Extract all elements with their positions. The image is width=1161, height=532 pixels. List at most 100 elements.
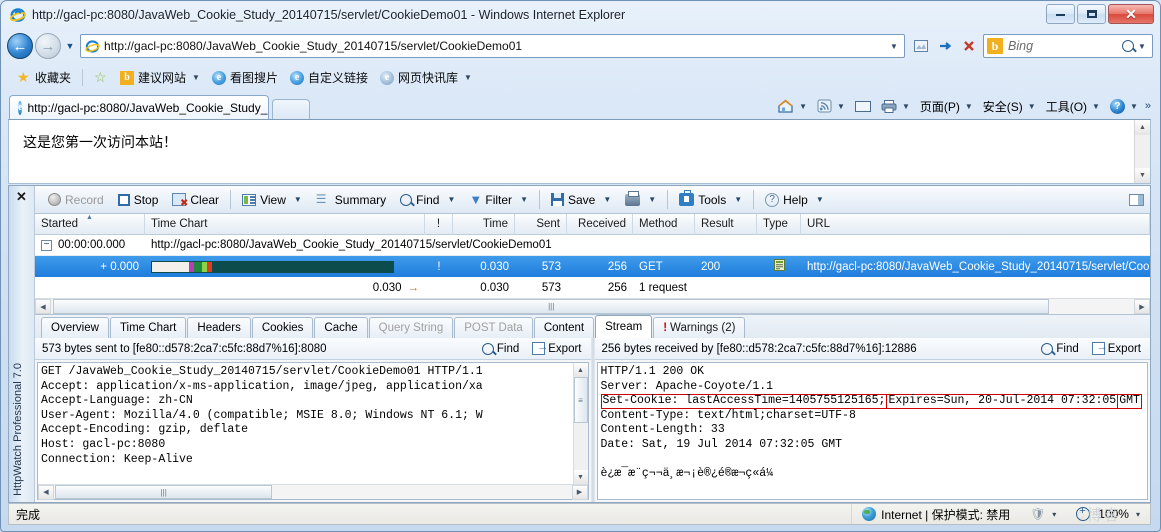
chevron-down-icon[interactable]: ▾ (1052, 510, 1056, 519)
save-button[interactable]: Save ▼ (544, 190, 618, 210)
column-header-type[interactable]: Type (757, 213, 801, 235)
collapse-group-icon[interactable]: − (41, 239, 52, 251)
scroll-track[interactable]: ||| (51, 299, 1134, 314)
address-dropdown-icon[interactable]: ▼ (886, 42, 902, 51)
search-icon[interactable] (1122, 40, 1134, 52)
compatibility-view-button[interactable] (909, 34, 933, 58)
chevron-down-icon[interactable]: ▼ (294, 195, 302, 204)
tab-warnings[interactable]: ! Warnings (2) (653, 317, 746, 338)
request-vertical-scrollbar[interactable]: ▲ ≡ ▼ (572, 363, 588, 484)
clear-button[interactable]: Clear (165, 190, 226, 210)
table-row[interactable]: + 0.000 ! 0.030 573 256 GET 200 http://g… (35, 256, 1150, 277)
chevron-down-icon[interactable]: ▼ (837, 102, 845, 111)
tab-cookies[interactable]: Cookies (251, 317, 314, 338)
chevron-down-icon[interactable]: ▼ (464, 73, 472, 82)
browser-tab-active[interactable]: e http://gacl-pc:8080/JavaWeb_Cookie_Stu… (9, 95, 269, 119)
request-stream-text[interactable]: GET /JavaWeb_Cookie_Study_20140715/servl… (38, 363, 573, 484)
help-menu-button[interactable]: ? ▼ (1105, 97, 1143, 116)
chevron-down-icon[interactable]: ▼ (816, 195, 824, 204)
fav-item-custom-links[interactable]: e 自定义链接 (284, 67, 374, 88)
column-header-time[interactable]: Time (453, 213, 515, 235)
scroll-up-button[interactable]: ▲ (573, 363, 588, 377)
httpwatch-close-icon[interactable]: ✕ (16, 189, 27, 205)
address-input[interactable]: http://gacl-pc:8080/JavaWeb_Cookie_Study… (80, 34, 905, 58)
fav-item-suggested-sites[interactable]: b 建议网站 ▼ (114, 67, 206, 88)
scroll-right-button[interactable]: ▶ (1134, 299, 1150, 314)
minimize-button[interactable] (1046, 4, 1075, 24)
tools-button[interactable]: Tools ▼ (672, 190, 749, 210)
record-button[interactable]: Record (41, 190, 111, 210)
fav-item-web-slice-gallery[interactable]: e 网页快讯库 ▼ (374, 67, 478, 88)
safety-menu-button[interactable]: 安全(S) ▼ (978, 96, 1041, 117)
stop-button[interactable] (957, 34, 981, 58)
chevron-down-icon[interactable]: ▼ (1092, 102, 1100, 111)
chevron-down-icon[interactable]: ▼ (799, 102, 807, 111)
home-button[interactable]: ▼ (772, 97, 812, 116)
chevron-down-icon[interactable]: ▼ (734, 195, 742, 204)
response-find-button[interactable]: Find (1036, 342, 1083, 356)
chevron-down-icon[interactable]: ▼ (447, 195, 455, 204)
recent-pages-dropdown[interactable]: ▼ (62, 33, 78, 59)
help-button[interactable]: ? Help ▼ (758, 190, 831, 210)
scroll-track[interactable]: ||| (54, 485, 572, 499)
column-header-result[interactable]: Result (695, 213, 757, 235)
column-header-time-chart[interactable]: Time Chart (145, 213, 425, 235)
request-find-button[interactable]: Find (477, 342, 524, 356)
stop-button[interactable]: Stop (111, 190, 166, 210)
maximize-button[interactable] (1077, 4, 1106, 24)
request-horizontal-scrollbar[interactable]: ◀ ||| ▶ (38, 484, 588, 500)
page-menu-button[interactable]: 页面(P) ▼ (915, 96, 978, 117)
protected-mode-button[interactable]: 🛡 ▾ (1020, 507, 1066, 521)
grid-horizontal-scrollbar[interactable]: ◀ ||| ▶ (35, 298, 1150, 314)
column-header-method[interactable]: Method (633, 213, 695, 235)
summary-button[interactable]: ☰ Summary (309, 190, 393, 210)
tab-content[interactable]: Content (533, 317, 595, 338)
feeds-button[interactable]: ▼ (812, 97, 850, 115)
tab-headers[interactable]: Headers (187, 317, 251, 338)
search-input[interactable]: b Bing ▼ (983, 34, 1153, 58)
column-header-received[interactable]: Received (567, 213, 633, 235)
chevron-down-icon[interactable]: ▼ (965, 102, 973, 111)
back-button[interactable]: ← (7, 33, 33, 59)
chevron-down-icon[interactable]: ▼ (603, 195, 611, 204)
scroll-left-button[interactable]: ◀ (35, 299, 51, 314)
tools-menu-button[interactable]: 工具(O) ▼ (1041, 96, 1105, 117)
page-vertical-scrollbar[interactable]: ▲ ▼ (1134, 120, 1150, 183)
view-button[interactable]: View ▼ (235, 190, 309, 210)
print-button[interactable]: ▼ (876, 98, 915, 115)
security-zone[interactable]: Internet | 保护模式: 禁用 (852, 506, 1020, 523)
tab-overview[interactable]: Overview (41, 317, 109, 338)
scroll-down-button[interactable]: ▼ (573, 470, 588, 484)
refresh-button[interactable] (933, 34, 957, 58)
table-row-group[interactable]: − 00:00:00.000 http://gacl-pc:8080/JavaW… (35, 235, 1150, 256)
dock-panel-icon[interactable] (1129, 193, 1144, 206)
scroll-thumb[interactable]: ≡ (573, 377, 588, 423)
response-stream-text[interactable]: HTTP/1.1 200 OK Server: Apache-Coyote/1.… (598, 363, 1148, 499)
filter-button[interactable]: ▼ Filter ▼ (462, 190, 535, 210)
scroll-left-button[interactable]: ◀ (38, 484, 54, 500)
column-header-url[interactable]: URL (801, 213, 1150, 235)
fav-item-image-search[interactable]: e 看图搜片 (206, 67, 284, 88)
request-export-button[interactable]: Export (527, 341, 586, 356)
tab-stream[interactable]: Stream (595, 315, 653, 338)
chevron-down-icon[interactable]: ▼ (902, 102, 910, 111)
forward-button[interactable]: → (35, 33, 61, 59)
read-mail-button[interactable] (850, 99, 876, 114)
chevron-down-icon[interactable]: ▼ (1130, 102, 1138, 111)
scroll-up-button[interactable]: ▲ (1135, 120, 1150, 135)
find-button[interactable]: Find ▼ (393, 190, 462, 210)
tab-cache[interactable]: Cache (314, 317, 368, 338)
chevron-down-icon[interactable]: ▾ (1136, 510, 1140, 519)
column-header-sent[interactable]: Sent (515, 213, 567, 235)
command-bar-overflow-icon[interactable]: » (1143, 100, 1151, 112)
close-button[interactable]: ✕ (1108, 4, 1154, 24)
scroll-thumb[interactable]: ||| (53, 299, 1050, 314)
search-dropdown-icon[interactable]: ▼ (1134, 42, 1150, 51)
new-tab-button[interactable] (272, 99, 310, 119)
favorites-button[interactable]: ★ 收藏夹 (11, 67, 77, 88)
chevron-down-icon[interactable]: ▼ (192, 73, 200, 82)
add-to-favorites-bar-button[interactable]: ☆ (88, 69, 114, 87)
scroll-thumb[interactable]: ||| (55, 485, 273, 499)
print-button[interactable]: ▼ (618, 190, 663, 209)
response-export-button[interactable]: Export (1087, 341, 1146, 356)
